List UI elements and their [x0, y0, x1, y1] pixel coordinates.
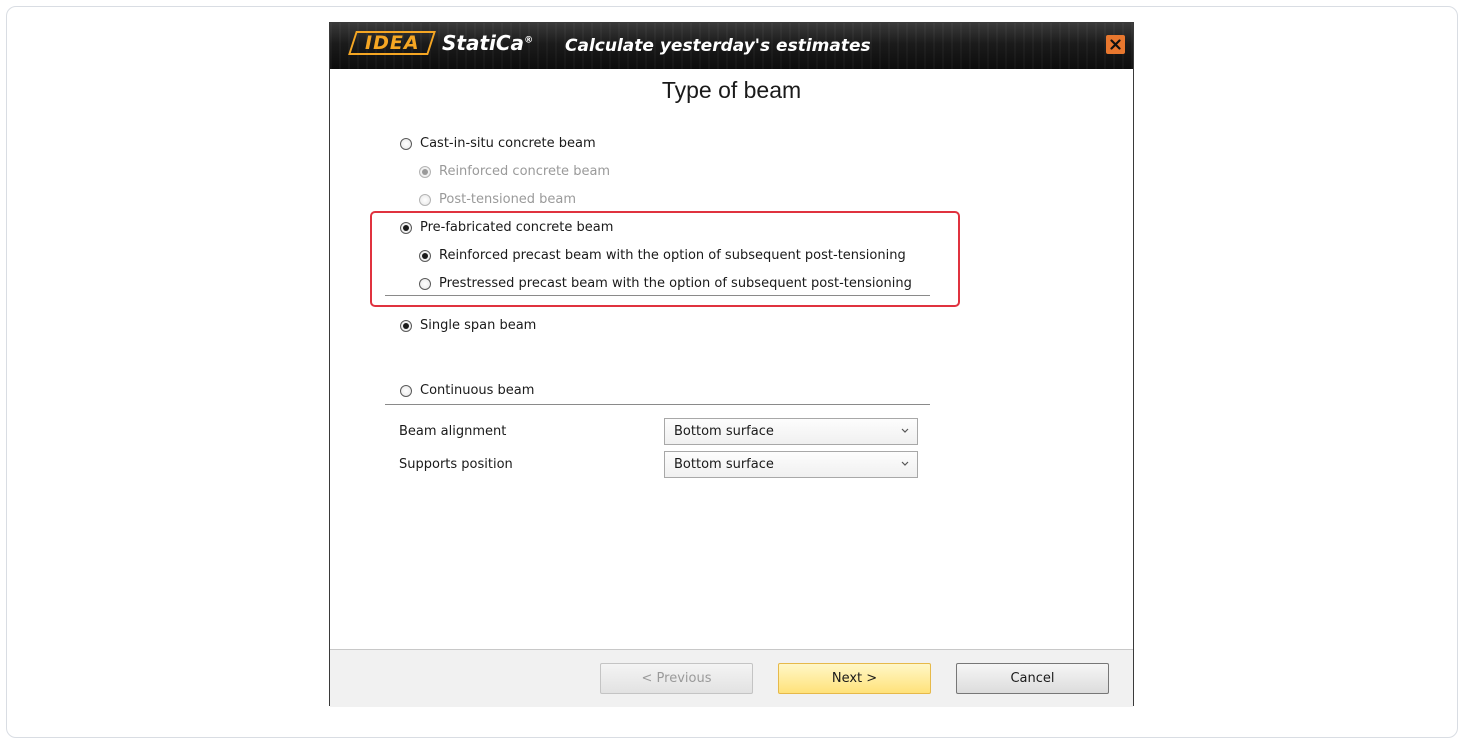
option-post-tensioned-beam[interactable]: Post-tensioned beam [419, 192, 576, 207]
option-label: Continuous beam [420, 383, 535, 398]
statica-logo: StatiCa® [442, 31, 534, 55]
close-button[interactable] [1106, 35, 1125, 54]
page-title: Type of beam [661, 77, 802, 103]
tagline: Calculate yesterday's estimates [565, 36, 871, 56]
beam-alignment-select[interactable]: Bottom surface [664, 418, 918, 445]
radio-icon [419, 193, 431, 206]
supports-position-select[interactable]: Bottom surface [664, 451, 918, 478]
option-label: Post-tensioned beam [439, 192, 577, 207]
radio-icon [419, 165, 431, 178]
select-value: Bottom surface [674, 424, 774, 439]
dialog-header: IDEA StatiCa® Calculate yesterday's esti… [330, 23, 1133, 69]
option-continuous[interactable]: Continuous beam [400, 383, 534, 398]
chevron-down-icon [901, 428, 909, 433]
next-button[interactable]: Next > [778, 663, 931, 694]
radio-icon [400, 384, 412, 397]
option-label: Reinforced concrete beam [439, 164, 611, 179]
cancel-button[interactable]: Cancel [956, 663, 1109, 694]
type-of-beam-dialog: IDEA StatiCa® Calculate yesterday's esti… [329, 22, 1134, 706]
previous-button[interactable]: < Previous [600, 663, 753, 694]
option-label: Single span beam [420, 318, 537, 333]
divider [385, 404, 930, 405]
radio-icon [400, 319, 412, 332]
dialog-footer: < Previous Next > Cancel [330, 650, 1133, 707]
radio-icon [400, 137, 412, 150]
highlight-box [370, 211, 960, 307]
chevron-down-icon [901, 461, 909, 466]
close-icon [1110, 39, 1121, 50]
option-single-span[interactable]: Single span beam [400, 318, 536, 333]
option-reinforced-concrete-beam[interactable]: Reinforced concrete beam [419, 164, 610, 179]
option-cast-in-situ[interactable]: Cast-in-situ concrete beam [400, 136, 596, 151]
idea-logo: IDEA [348, 31, 436, 55]
beam-alignment-label: Beam alignment [399, 424, 507, 439]
supports-position-label: Supports position [399, 457, 513, 472]
option-label: Cast-in-situ concrete beam [420, 136, 596, 151]
select-value: Bottom surface [674, 457, 774, 472]
